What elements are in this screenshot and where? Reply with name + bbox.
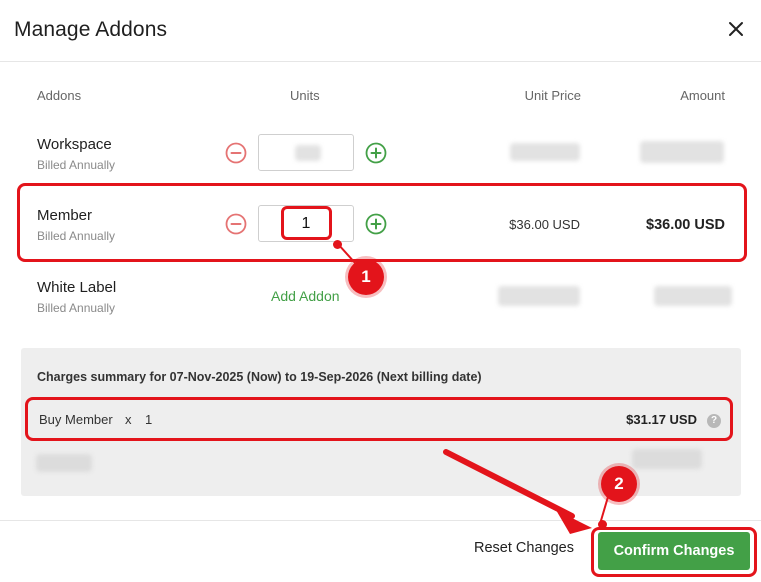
minus-icon[interactable] — [225, 142, 247, 164]
annotation-dot-1 — [333, 240, 342, 249]
blurred-unit-price — [510, 143, 580, 161]
reset-changes-button[interactable]: Reset Changes — [466, 540, 582, 564]
footer-divider — [0, 520, 761, 521]
add-addon-link[interactable]: Add Addon — [271, 288, 340, 304]
dialog-header: Manage Addons — [0, 0, 761, 62]
blurred-summary-amount — [632, 449, 702, 469]
blurred-units — [295, 145, 321, 161]
header-amount: Amount — [680, 88, 725, 103]
addon-billing-workspace: Billed Annually — [37, 158, 116, 172]
highlight-units-value — [281, 206, 332, 240]
highlight-summary-line — [25, 397, 733, 441]
blurred-unit-price — [498, 286, 580, 306]
blurred-amount — [640, 141, 724, 163]
addon-name-white-label: White Label — [37, 279, 117, 296]
addon-name-workspace: Workspace — [37, 136, 112, 153]
addon-billing-white-label: Billed Annually — [37, 301, 116, 315]
header-units: Units — [290, 88, 320, 103]
annotation-dot-2 — [598, 520, 607, 529]
plus-icon[interactable] — [365, 142, 387, 164]
units-input-workspace[interactable] — [258, 134, 354, 171]
highlight-confirm-button — [591, 527, 757, 577]
header-unit-price: Unit Price — [524, 88, 581, 103]
step-badge-2: 2 — [601, 466, 637, 502]
header-addons: Addons — [37, 88, 82, 103]
summary-title: Charges summary for 07-Nov-2025 (Now) to… — [37, 370, 482, 384]
step-badge-1: 1 — [348, 259, 384, 295]
blurred-amount — [654, 286, 732, 306]
blurred-summary-label — [36, 454, 92, 472]
dialog-title: Manage Addons — [14, 18, 168, 41]
highlight-member-row — [17, 183, 747, 262]
close-icon[interactable] — [725, 18, 747, 40]
